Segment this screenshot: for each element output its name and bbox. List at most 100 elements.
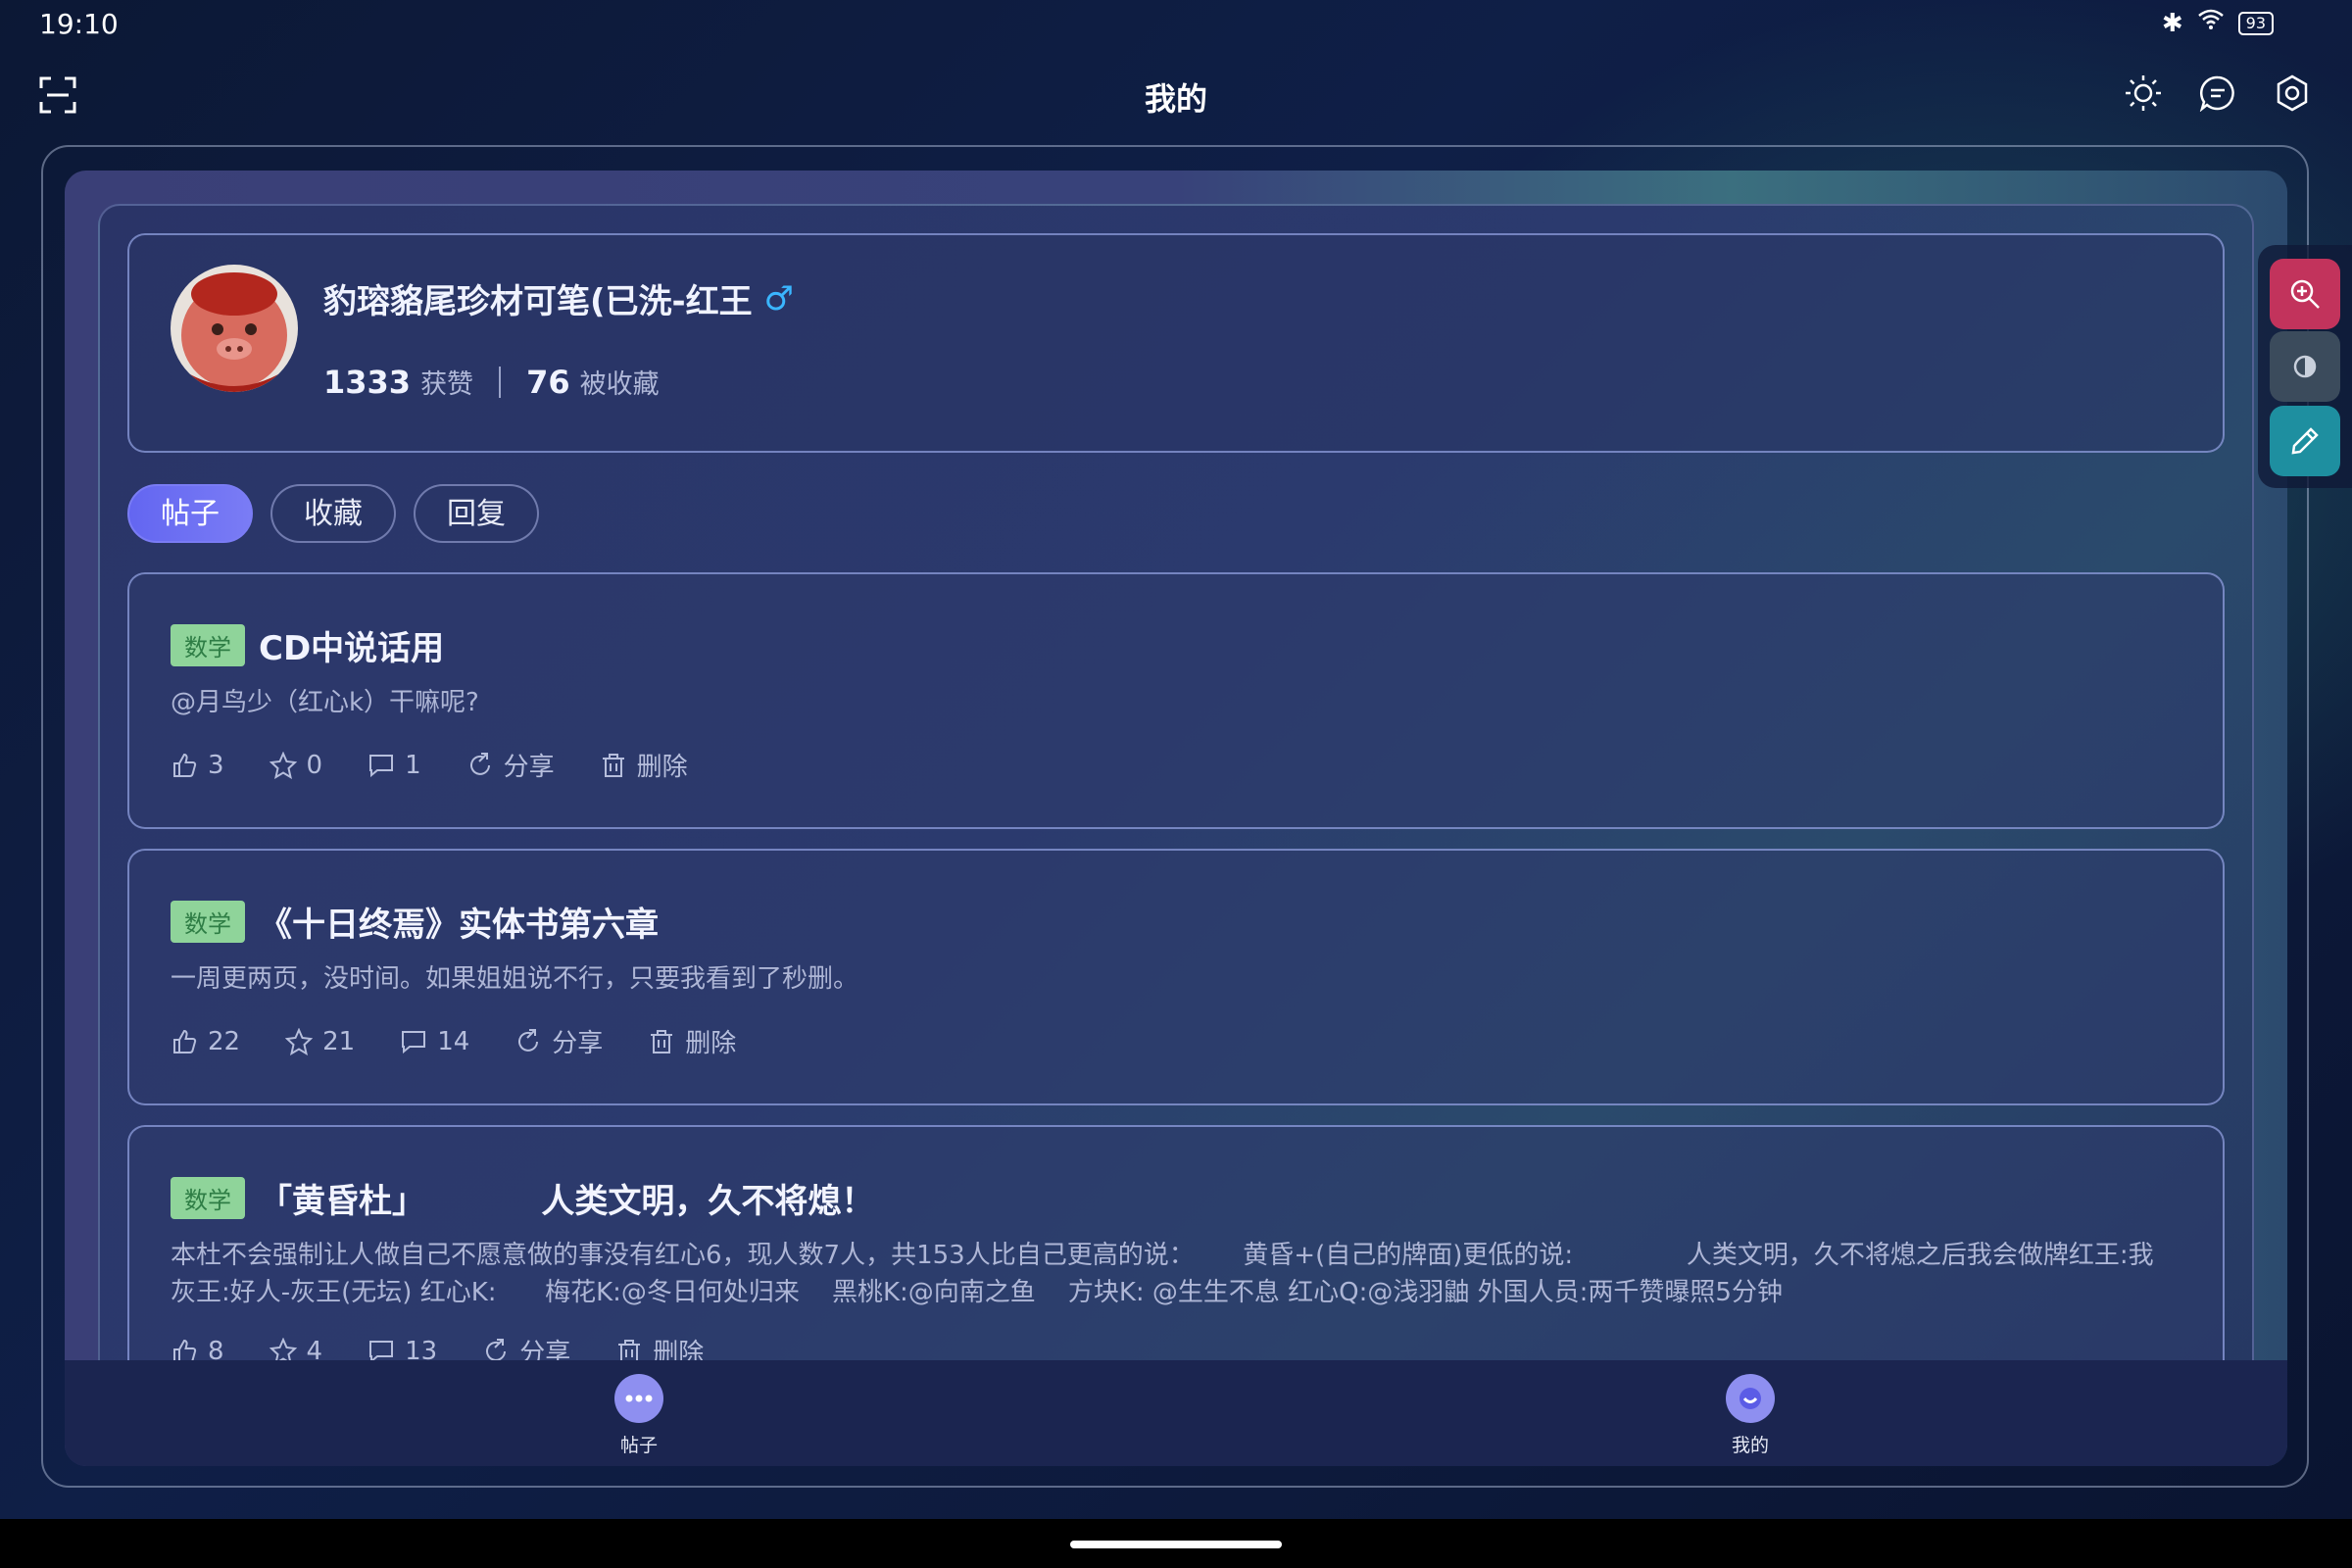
pen-icon[interactable] <box>2270 406 2340 476</box>
post-body: 一周更两页，没时间。如果姐姐说不行，只要我看到了秒删。 <box>171 964 859 994</box>
nav-item-me[interactable]: 我的 <box>1682 1374 1819 1457</box>
post-title: CD中说话用 <box>259 629 445 668</box>
settings-icon[interactable] <box>2272 73 2313 114</box>
post-actions: 8 4 13 分享 删除 <box>171 1333 704 1360</box>
share-button[interactable]: 分享 <box>482 1333 570 1360</box>
post-card[interactable]: 数学 「黄昏杜」 人类文明，久不将熄！ 本杜不会强制让人做自己不愿意做的事没有红… <box>127 1125 2225 1360</box>
post-title-row: 数学 《十日终焉》实体书第六章 <box>171 898 659 946</box>
comment-icon <box>369 1340 394 1360</box>
like-count: 22 <box>208 1026 241 1056</box>
thumbs-up-icon <box>173 753 197 777</box>
battery-indicator: 93 <box>2237 11 2274 35</box>
share-button[interactable]: 分享 <box>514 1023 603 1059</box>
zoom-in-icon[interactable] <box>2270 259 2340 329</box>
side-toolbar <box>2258 245 2352 488</box>
delete-label: 删除 <box>636 753 688 782</box>
share-label: 分享 <box>519 1339 571 1360</box>
share-icon <box>518 1028 539 1052</box>
post-tag: 数学 <box>171 624 245 666</box>
profile-icon <box>1726 1374 1775 1423</box>
delete-label: 删除 <box>685 1029 737 1058</box>
chat-bubble-icon <box>614 1374 663 1423</box>
star-icon <box>269 1337 297 1360</box>
post-title-row: 数学 「黄昏杜」 人类文明，久不将熄！ <box>171 1174 874 1222</box>
star-button[interactable]: 4 <box>269 1336 323 1361</box>
delete-label: 删除 <box>653 1339 705 1360</box>
star-icon <box>285 1027 314 1055</box>
comment-count: 13 <box>405 1336 438 1361</box>
likes-count: 1333 <box>323 363 412 401</box>
star-count: 21 <box>322 1026 356 1056</box>
nav-item-posts[interactable]: 帖子 <box>570 1374 708 1457</box>
thumbs-up-icon <box>173 1029 197 1054</box>
nav-label-posts: 帖子 <box>619 1435 658 1456</box>
post-actions: 3 0 1 分享 删除 <box>171 747 688 783</box>
status-bar: 19:10 ✱ 93 <box>0 0 2352 49</box>
share-icon <box>486 1338 507 1360</box>
status-time: 19:10 <box>39 8 119 40</box>
top-actions <box>2123 73 2313 114</box>
star-icon <box>269 751 297 779</box>
user-name: 豹瑢貉尾珍材可笔(已洗-红王 <box>323 282 753 321</box>
stats-divider <box>499 366 502 398</box>
brightness-icon[interactable] <box>2123 73 2164 114</box>
comment-icon <box>402 1030 426 1054</box>
favorited-label: 被收藏 <box>579 369 660 400</box>
like-count: 8 <box>208 1336 224 1361</box>
post-body: 本杜不会强制让人做自己不愿意做的事没有红心6，现人数7人，共153人比自己更高的… <box>171 1241 2154 1307</box>
share-icon <box>469 752 490 775</box>
delete-button[interactable]: 删除 <box>615 1333 704 1360</box>
bluetooth-icon: ✱ <box>2161 8 2183 38</box>
comment-button[interactable]: 1 <box>368 751 421 780</box>
star-count: 0 <box>306 750 323 780</box>
star-button[interactable]: 0 <box>269 750 323 780</box>
share-button[interactable]: 分享 <box>466 747 555 783</box>
like-button[interactable]: 3 <box>171 751 224 780</box>
avatar[interactable] <box>171 265 298 392</box>
trash-icon <box>618 1339 641 1360</box>
tab-posts[interactable]: 帖子 <box>127 484 253 543</box>
user-name-row: 豹瑢貉尾珍材可笔(已洗-红王 ♂ <box>323 274 794 322</box>
post-title: 《十日终焉》实体书第六章 <box>259 906 659 945</box>
trash-icon <box>602 753 624 777</box>
post-actions: 22 21 14 分享 删除 <box>171 1023 736 1059</box>
thumbs-up-icon <box>173 1339 197 1360</box>
contrast-icon[interactable] <box>2270 331 2340 402</box>
top-bar: 我的 <box>0 61 2352 131</box>
gesture-bar <box>0 1519 2352 1568</box>
trash-icon <box>651 1029 673 1054</box>
comment-count: 1 <box>405 750 421 780</box>
delete-button[interactable]: 删除 <box>648 1023 736 1059</box>
post-card[interactable]: 数学 《十日终焉》实体书第六章 一周更两页，没时间。如果姐姐说不行，只要我看到了… <box>127 849 2225 1105</box>
male-icon: ♂ <box>763 278 795 318</box>
post-body: @月鸟少（红心k）干嘛呢? <box>171 688 479 717</box>
nav-label-me: 我的 <box>1731 1435 1769 1456</box>
post-tag: 数学 <box>171 901 245 943</box>
post-tag: 数学 <box>171 1177 245 1219</box>
status-icons: ✱ 93 <box>2162 8 2274 38</box>
comment-button[interactable]: 13 <box>368 1336 438 1361</box>
star-button[interactable]: 21 <box>285 1027 355 1056</box>
favorited-count: 76 <box>526 363 570 401</box>
post-card[interactable]: 数学 CD中说话用 @月鸟少（红心k）干嘛呢? 3 0 1 分享 删除 <box>127 572 2225 829</box>
likes-label: 获赞 <box>420 369 474 400</box>
tab-favorites[interactable]: 收藏 <box>270 484 396 543</box>
home-indicator[interactable] <box>1070 1541 1282 1548</box>
comment-count: 14 <box>437 1026 470 1056</box>
content-tabs: 帖子 收藏 回复 <box>127 484 539 543</box>
tab-replies[interactable]: 回复 <box>414 484 539 543</box>
message-icon[interactable] <box>2197 73 2238 114</box>
post-title: 「黄昏杜」 人类文明，久不将熄！ <box>259 1182 875 1221</box>
like-button[interactable]: 8 <box>171 1336 224 1361</box>
star-count: 4 <box>306 1336 323 1361</box>
bottom-nav: 帖子 我的 <box>65 1360 2287 1466</box>
comment-button[interactable]: 14 <box>400 1027 469 1056</box>
wifi-icon <box>2197 8 2225 38</box>
share-label: 分享 <box>552 1029 604 1058</box>
like-button[interactable]: 22 <box>171 1027 240 1056</box>
comment-icon <box>369 754 394 777</box>
delete-button[interactable]: 删除 <box>600 747 688 783</box>
profile-stats: 1333 获赞 76 被收藏 <box>323 363 660 401</box>
page-title: 我的 <box>1144 80 1207 118</box>
post-title-row: 数学 CD中说话用 <box>171 621 444 669</box>
